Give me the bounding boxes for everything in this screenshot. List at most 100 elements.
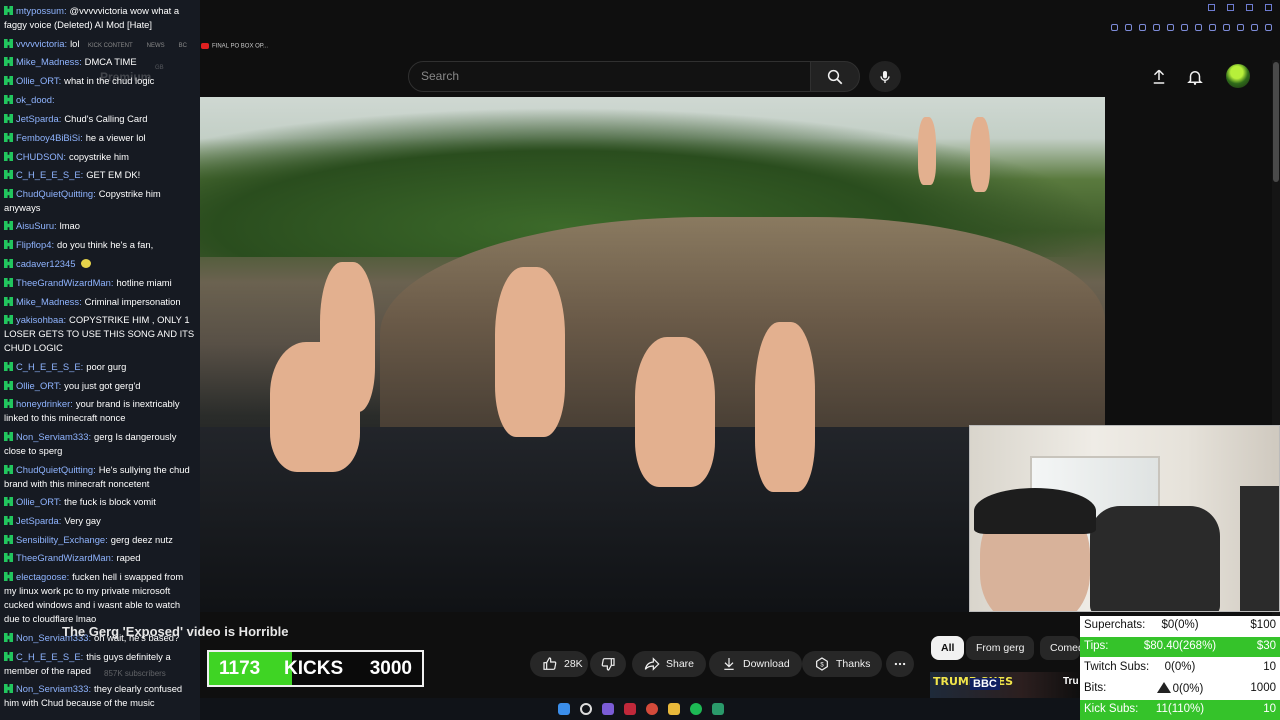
recommended-video-title[interactable]: Tru <box>1063 676 1079 687</box>
scrollbar-thumb[interactable] <box>1273 62 1279 182</box>
chat-text: do you think he's a fan, <box>57 239 154 250</box>
notifications-button[interactable] <box>1184 66 1206 88</box>
chat-username[interactable]: ChudQuietQuitting <box>16 464 93 475</box>
dislike-button[interactable] <box>590 651 626 677</box>
chip-from-channel[interactable]: From gerg <box>966 636 1035 660</box>
chat-username[interactable]: JetSparda <box>16 515 59 526</box>
chat-text: hotline miami <box>116 277 172 288</box>
search-input[interactable]: Search <box>408 61 811 92</box>
window-controls <box>1208 4 1272 11</box>
app-icon[interactable] <box>712 703 724 715</box>
chat-username[interactable]: Non_Serviam333 <box>16 683 88 694</box>
chat-username[interactable]: TheeGrandWizardMan <box>16 277 111 288</box>
profile-icon[interactable] <box>1251 24 1258 31</box>
app-icon[interactable] <box>624 703 636 715</box>
search-icon[interactable] <box>580 703 592 715</box>
kick-badge-icon <box>4 516 13 525</box>
chat-username[interactable]: ok_dood <box>16 94 52 105</box>
chat-message: TheeGrandWizardMan: hotline miami <box>4 276 197 290</box>
menu-icon[interactable] <box>1265 24 1272 31</box>
create-button[interactable] <box>1148 66 1170 88</box>
chat-username[interactable]: JetSparda <box>16 113 59 124</box>
share-button[interactable]: Share <box>632 651 707 677</box>
chat-username[interactable]: Sensibility_Exchange <box>16 534 105 545</box>
kick-badge-icon <box>4 95 13 104</box>
start-icon[interactable] <box>558 703 570 715</box>
chat-username[interactable]: Flipflop4 <box>16 239 51 250</box>
kick-badge-icon <box>4 259 13 268</box>
bookmark[interactable]: KICK CONTENT <box>88 43 133 49</box>
download-button[interactable]: Download <box>709 651 802 677</box>
shield-icon[interactable] <box>1153 24 1160 31</box>
chat-username[interactable]: TheeGrandWizardMan <box>16 552 111 563</box>
puzzle-icon[interactable] <box>1237 24 1244 31</box>
kick-badge-icon <box>4 572 13 581</box>
chat-username[interactable]: Mike_Madness <box>16 56 79 67</box>
more-actions-button[interactable] <box>886 651 914 677</box>
folder-icon[interactable] <box>668 703 680 715</box>
chat-message: TheeGrandWizardMan: raped <box>4 551 197 565</box>
chat-username[interactable]: yakisohbaa <box>16 314 63 325</box>
video-frame-person <box>270 342 360 472</box>
chat-username[interactable]: AisuSuru <box>16 220 54 231</box>
screen: Search mtypossum: @vvvvvictoria wow what… <box>0 0 1280 720</box>
kick-badge-icon <box>4 362 13 371</box>
bookmark[interactable]: NEWS <box>147 43 165 49</box>
thanks-icon: $ <box>816 657 828 671</box>
video-frame-person <box>755 322 815 492</box>
like-button[interactable]: 28K <box>530 651 588 677</box>
chat-username[interactable]: Ollie_ORT <box>16 496 59 507</box>
channel-subscribers: 857K subscribers <box>104 669 166 678</box>
chat-username[interactable]: Mike_Madness <box>16 296 79 307</box>
chat-username[interactable]: mtypossum <box>16 5 64 16</box>
chat-username[interactable]: Non_Serviam333 <box>16 431 88 442</box>
close-icon[interactable] <box>1265 4 1272 11</box>
search-button[interactable] <box>810 61 860 92</box>
extension-icon[interactable] <box>1209 24 1216 31</box>
play-icon[interactable] <box>1167 24 1174 31</box>
chip-comedy[interactable]: Comedy <box>1040 636 1080 660</box>
chat-username[interactable]: Femboy4BiBiSi <box>16 132 80 143</box>
bookmark[interactable]: BC <box>179 43 187 49</box>
youtube-icon <box>201 42 210 49</box>
account-avatar[interactable] <box>1226 64 1250 88</box>
chat-username[interactable]: honeydrinker <box>16 398 70 409</box>
bookmarks-bar: KICK CONTENT NEWS BC FINAL PO BOX OP... <box>88 38 268 54</box>
kick-badge-icon <box>4 399 13 408</box>
zoom-icon[interactable] <box>1111 24 1118 31</box>
extension-icon[interactable] <box>1195 24 1202 31</box>
chat-username[interactable]: Ollie_ORT <box>16 75 59 86</box>
chat-username[interactable]: ChudQuietQuitting <box>16 188 93 199</box>
webcam-chair <box>1090 506 1220 611</box>
chat-username[interactable]: cadaver12345 <box>16 258 75 269</box>
extension-icon[interactable] <box>1139 24 1146 31</box>
chat-username[interactable]: vvvvvictoria <box>16 38 64 49</box>
spotify-icon[interactable] <box>690 703 702 715</box>
chat-message: mtypossum: @vvvvvictoria wow what a faggy… <box>4 5 180 30</box>
thanks-label: Thanks <box>836 658 871 670</box>
extension-icon[interactable] <box>1223 24 1230 31</box>
chat-text: GET EM DK! <box>86 169 141 180</box>
chat-username[interactable]: electagoose <box>16 571 67 582</box>
search-icon[interactable] <box>1208 4 1215 11</box>
extension-icon[interactable] <box>1125 24 1132 31</box>
stat-row-kick-subs: Kick Subs: 11(110%) 10 <box>1080 700 1280 720</box>
minimize-icon[interactable] <box>1227 4 1234 11</box>
chip-all[interactable]: All <box>931 636 965 660</box>
discord-icon[interactable] <box>602 703 614 715</box>
chat-username[interactable]: CHUDSON <box>16 151 63 162</box>
premium-logo[interactable]: Premium <box>100 70 151 84</box>
maximize-icon[interactable] <box>1246 4 1253 11</box>
thanks-button[interactable]: $ Thanks <box>802 651 883 677</box>
kick-badge-icon <box>4 278 13 287</box>
chat-username[interactable]: Ollie_ORT <box>16 380 59 391</box>
kicks-goal: 3000 <box>369 658 412 679</box>
voice-search-button[interactable] <box>869 61 901 92</box>
bookmark[interactable]: FINAL PO BOX OP... <box>201 42 268 49</box>
heart-icon[interactable] <box>1181 24 1188 31</box>
chat-username[interactable]: C_H_E_E_S_E <box>16 651 81 662</box>
chat-username[interactable]: C_H_E_E_S_E <box>16 361 81 372</box>
browser-icon[interactable] <box>646 703 658 715</box>
chat-message: ok_dood: <box>4 93 197 107</box>
chat-username[interactable]: C_H_E_E_S_E <box>16 169 81 180</box>
